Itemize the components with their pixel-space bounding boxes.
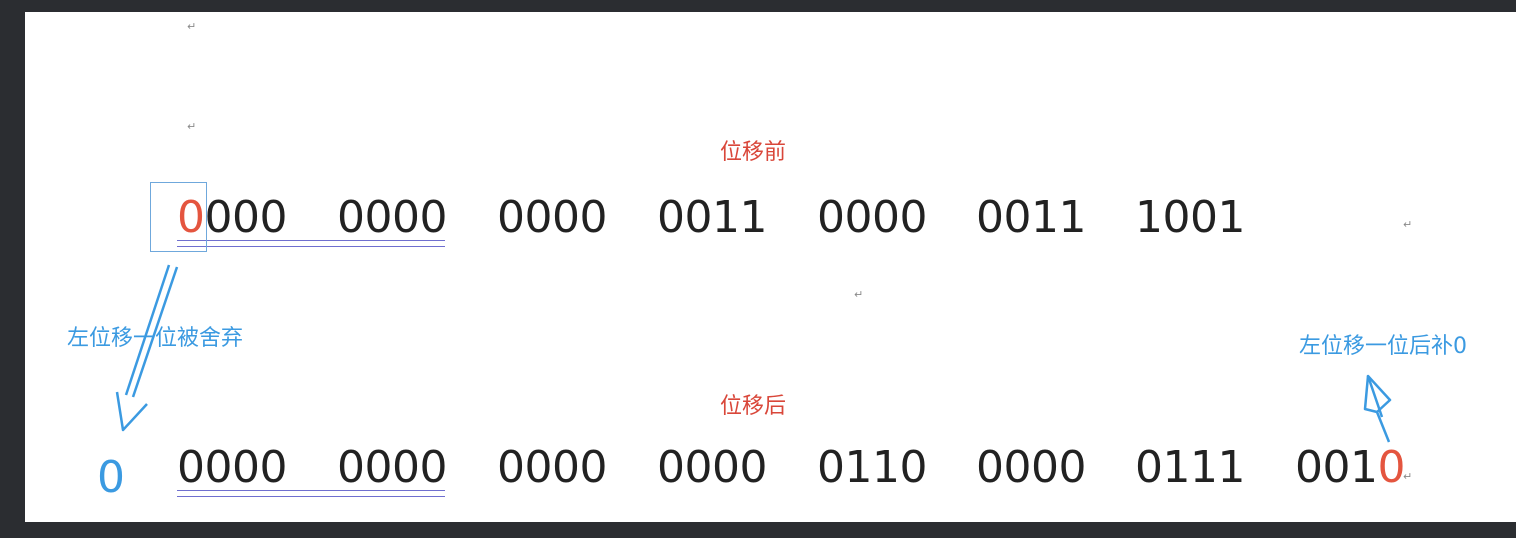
arrow-up-icon <box>1363 374 1392 443</box>
document-page: ↵ ↵ ↵ ↵ ↵ 位移前 0000 0000 0000 0011 0000 0… <box>25 12 1516 522</box>
arrow-layer <box>115 264 1392 443</box>
arrow-down-left-icon <box>115 264 179 432</box>
